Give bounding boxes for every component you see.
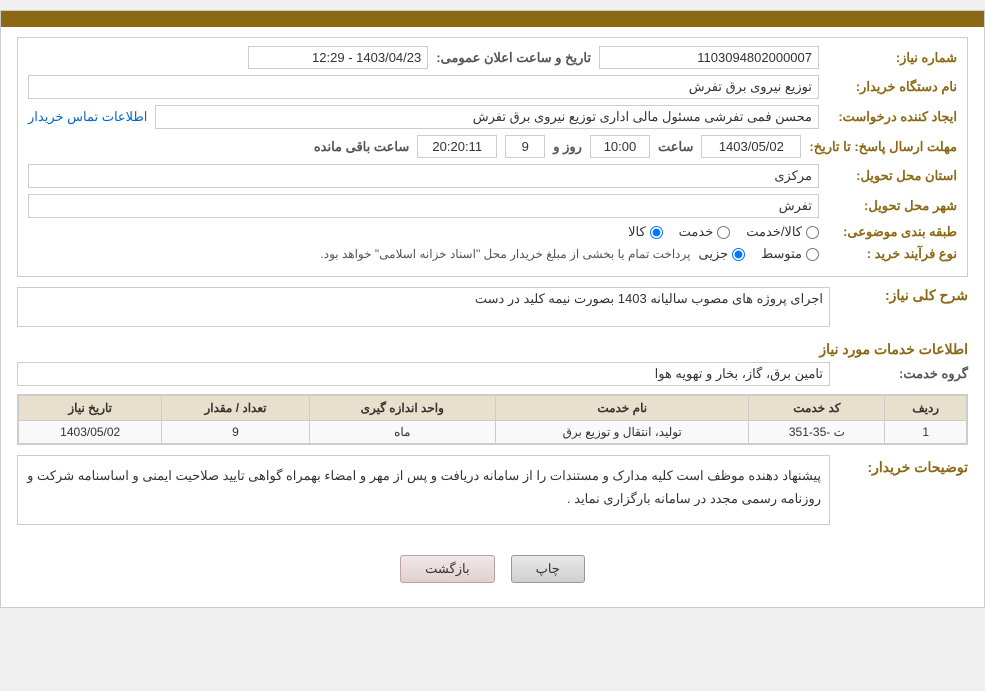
service-group-row: گروه خدمت: تامین برق، گاز، بخار و تهویه … [17,362,968,386]
buyer-notes-label: توضیحات خریدار: [838,455,968,476]
col-row-num: ردیف [885,396,967,421]
service-group-value: تامین برق، گاز، بخار و تهویه هوا [17,362,830,386]
services-table: ردیف کد خدمت نام خدمت واحد اندازه گیری ت… [18,395,967,444]
purchase-partial-radio[interactable] [732,248,745,261]
category-service-option[interactable]: خدمت [679,224,731,240]
province-row: استان محل تحویل: مرکزی [28,164,957,188]
announce-date-label: تاریخ و ساعت اعلان عمومی: [436,50,591,66]
province-label: استان محل تحویل: [827,168,957,184]
deadline-remaining: 20:20:11 [417,135,497,158]
purchase-medium-label: متوسط [761,246,802,262]
category-radio-group: کالا/خدمت خدمت کالا [628,224,819,240]
cell-quantity: 9 [162,421,309,444]
creator-row: ایجاد کننده درخواست: محسن فمی تفرشی مسئو… [28,105,957,129]
deadline-row: مهلت ارسال پاسخ: تا تاریخ: 1403/05/02 سا… [28,135,957,158]
main-info-section: شماره نیاز: 1103094802000007 تاریخ و ساع… [17,37,968,277]
table-row: 1 ت -35-351 تولید، انتقال و توزیع برق ما… [19,421,967,444]
cell-service-name: تولید، انتقال و توزیع برق [496,421,749,444]
purchase-type-row: نوع فرآیند خرید : متوسط جزیی پرداخت تمام… [28,246,957,262]
page-title [1,11,984,27]
category-goods-label: کالا [628,224,646,240]
col-service-name: نام خدمت [496,396,749,421]
services-section-title: اطلاعات خدمات مورد نیاز [17,335,968,362]
category-goods-option[interactable]: کالا [628,224,663,240]
city-row: شهر محل تحویل: تفرش [28,194,957,218]
need-number-row: شماره نیاز: 1103094802000007 تاریخ و ساع… [28,46,957,69]
services-table-container: ردیف کد خدمت نام خدمت واحد اندازه گیری ت… [17,394,968,445]
back-button[interactable]: بازگشت [400,555,494,583]
col-service-code: کد خدمت [749,396,885,421]
category-goods-service-radio[interactable] [806,226,819,239]
page-wrapper: شماره نیاز: 1103094802000007 تاریخ و ساع… [0,10,985,608]
purchase-type-radio-group: متوسط جزیی [698,246,819,262]
announce-date-value: 1403/04/23 - 12:29 [248,46,428,69]
cell-service-code: ت -35-351 [749,421,885,444]
purchase-partial-option[interactable]: جزیی [698,246,745,262]
col-quantity: تعداد / مقدار [162,396,309,421]
category-goods-radio[interactable] [650,226,663,239]
city-value: تفرش [28,194,819,218]
deadline-remaining-label: ساعت باقی مانده [314,139,409,155]
table-header-row: ردیف کد خدمت نام خدمت واحد اندازه گیری ت… [19,396,967,421]
buyer-org-value: توزیع نیروی برق تفرش [28,75,819,99]
buyer-notes-row: توضیحات خریدار: پیشنهاد دهنده موظف است ک… [17,455,968,535]
category-row: طبقه بندی موضوعی: کالا/خدمت خدمت کالا [28,224,957,240]
deadline-day-label: روز و [553,139,582,155]
purchase-partial-label: جزیی [698,246,728,262]
creator-label: ایجاد کننده درخواست: [827,109,957,125]
cell-unit: ماه [309,421,496,444]
category-goods-service-option[interactable]: کالا/خدمت [746,224,819,240]
col-date: تاریخ نیاز [19,396,162,421]
purchase-type-label: نوع فرآیند خرید : [827,246,957,262]
deadline-time-label: ساعت [658,139,693,155]
city-label: شهر محل تحویل: [827,198,957,214]
general-desc-value: اجرای پروژه های مصوب سالیانه 1403 بصورت … [17,287,830,327]
buyer-notes-value: پیشنهاد دهنده موظف است کلیه مدارک و مستن… [17,455,830,525]
category-label: طبقه بندی موضوعی: [827,224,957,240]
deadline-label: مهلت ارسال پاسخ: تا تاریخ: [809,139,957,155]
category-goods-service-label: کالا/خدمت [746,224,802,240]
general-desc-label: شرح کلی نیاز: [838,287,968,304]
deadline-day: 9 [505,135,545,158]
creator-value: محسن فمی تفرشی مسئول مالی اداری توزیع نی… [155,105,819,129]
buyer-org-label: نام دستگاه خریدار: [827,79,957,95]
need-number-label: شماره نیاز: [827,50,957,66]
deadline-date: 1403/05/02 [701,135,801,158]
category-service-label: خدمت [679,224,714,240]
purchase-note: پرداخت تمام یا بخشی از مبلغ خریدار محل "… [320,247,690,261]
general-desc-row: شرح کلی نیاز: اجرای پروژه های مصوب سالیا… [17,287,968,327]
contact-link[interactable]: اطلاعات تماس خریدار [28,109,147,125]
purchase-medium-option[interactable]: متوسط [761,246,819,262]
buyer-org-row: نام دستگاه خریدار: توزیع نیروی برق تفرش [28,75,957,99]
service-group-label: گروه خدمت: [838,366,968,382]
purchase-medium-radio[interactable] [806,248,819,261]
category-service-radio[interactable] [717,226,730,239]
province-value: مرکزی [28,164,819,188]
cell-date: 1403/05/02 [19,421,162,444]
need-number-value: 1103094802000007 [599,46,819,69]
deadline-time: 10:00 [590,135,650,158]
button-row: چاپ بازگشت [17,545,968,597]
col-unit: واحد اندازه گیری [309,396,496,421]
content-area: شماره نیاز: 1103094802000007 تاریخ و ساع… [1,27,984,607]
print-button[interactable]: چاپ [511,555,585,583]
cell-row-num: 1 [885,421,967,444]
